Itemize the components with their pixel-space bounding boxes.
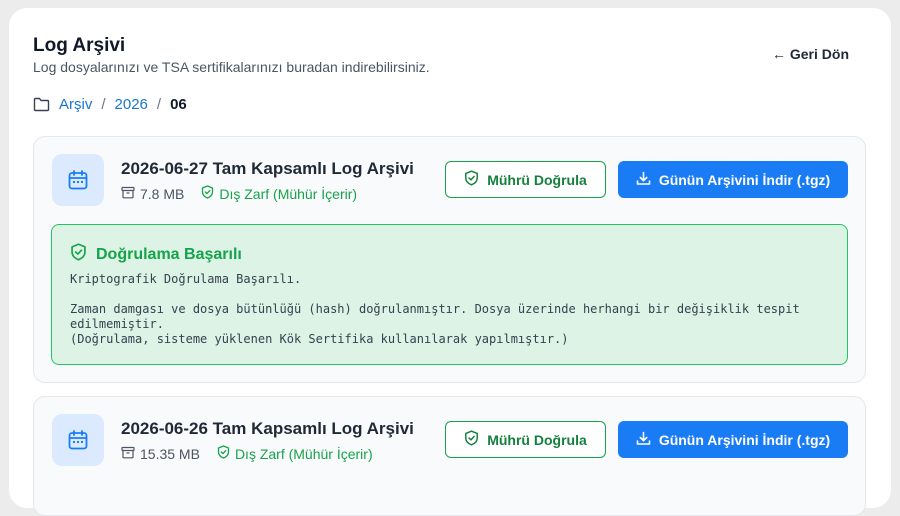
verification-result: Doğrulama Başarılı Kriptografik Doğrulam…: [51, 224, 848, 365]
download-icon: [636, 431, 651, 449]
archive-box-icon: [121, 186, 135, 202]
shield-check-icon: [464, 430, 479, 449]
shield-check-icon: [201, 185, 214, 202]
download-archive-label: Günün Arşivini İndir (.tgz): [658, 431, 831, 448]
archive-card: 2026-06-27 Tam Kapsamlı Log Arşivi 7.8 M…: [33, 136, 866, 383]
shield-check-icon: [70, 243, 87, 266]
verify-seal-button[interactable]: Mührü Doğrula: [445, 161, 606, 198]
archive-meta: 7.8 MB Dış Zarf (Mühür İçerir): [121, 185, 357, 202]
archive-title: 2026-06-26 Tam Kapsamlı Log Arşivi: [121, 419, 414, 438]
verify-seal-label: Mührü Doğrula: [487, 171, 587, 188]
seal-status: Dış Zarf (Mühür İçerir): [219, 185, 358, 202]
page-title: Log Arşivi: [33, 35, 126, 56]
archive-size: 15.35 MB: [140, 445, 200, 462]
verify-seal-button[interactable]: Mührü Doğrula: [445, 421, 606, 458]
download-archive-button[interactable]: Günün Arşivini İndir (.tgz): [618, 161, 848, 198]
archive-meta: 15.35 MB Dış Zarf (Mühür İçerir): [121, 445, 373, 462]
download-archive-button[interactable]: Günün Arşivini İndir (.tgz): [618, 421, 848, 458]
archive-title: 2026-06-27 Tam Kapsamlı Log Arşivi: [121, 159, 414, 178]
calendar-icon: [52, 154, 104, 206]
breadcrumb: Arşiv / 2026 / 06: [33, 96, 187, 113]
breadcrumb-current: 06: [170, 96, 187, 113]
archive-size: 7.8 MB: [140, 185, 185, 202]
shield-check-icon: [217, 445, 230, 462]
shield-check-icon: [464, 170, 479, 189]
breadcrumb-separator: /: [156, 96, 162, 113]
calendar-icon: [52, 414, 104, 466]
breadcrumb-year-link[interactable]: 2026: [115, 96, 148, 113]
verification-message: Kriptografik Doğrulama Başarılı. Zaman d…: [70, 272, 800, 346]
archive-card: 2026-06-26 Tam Kapsamlı Log Arşivi 15.35…: [33, 396, 866, 516]
log-archive-panel: Log Arşivi Log dosyalarınızı ve TSA sert…: [9, 8, 891, 516]
breadcrumb-root-link[interactable]: Arşiv: [59, 96, 92, 113]
archive-box-icon: [121, 446, 135, 462]
verification-title: Doğrulama Başarılı: [96, 245, 242, 263]
breadcrumb-separator: /: [101, 96, 106, 113]
download-icon: [636, 171, 651, 189]
page-subtitle: Log dosyalarınızı ve TSA sertifikalarını…: [33, 59, 430, 75]
folder-icon: [33, 97, 50, 112]
back-button[interactable]: ← Geri Dön: [772, 46, 849, 62]
verify-seal-label: Mührü Doğrula: [487, 431, 587, 448]
download-archive-label: Günün Arşivini İndir (.tgz): [658, 171, 831, 188]
seal-status: Dış Zarf (Mühür İçerir): [234, 445, 373, 462]
